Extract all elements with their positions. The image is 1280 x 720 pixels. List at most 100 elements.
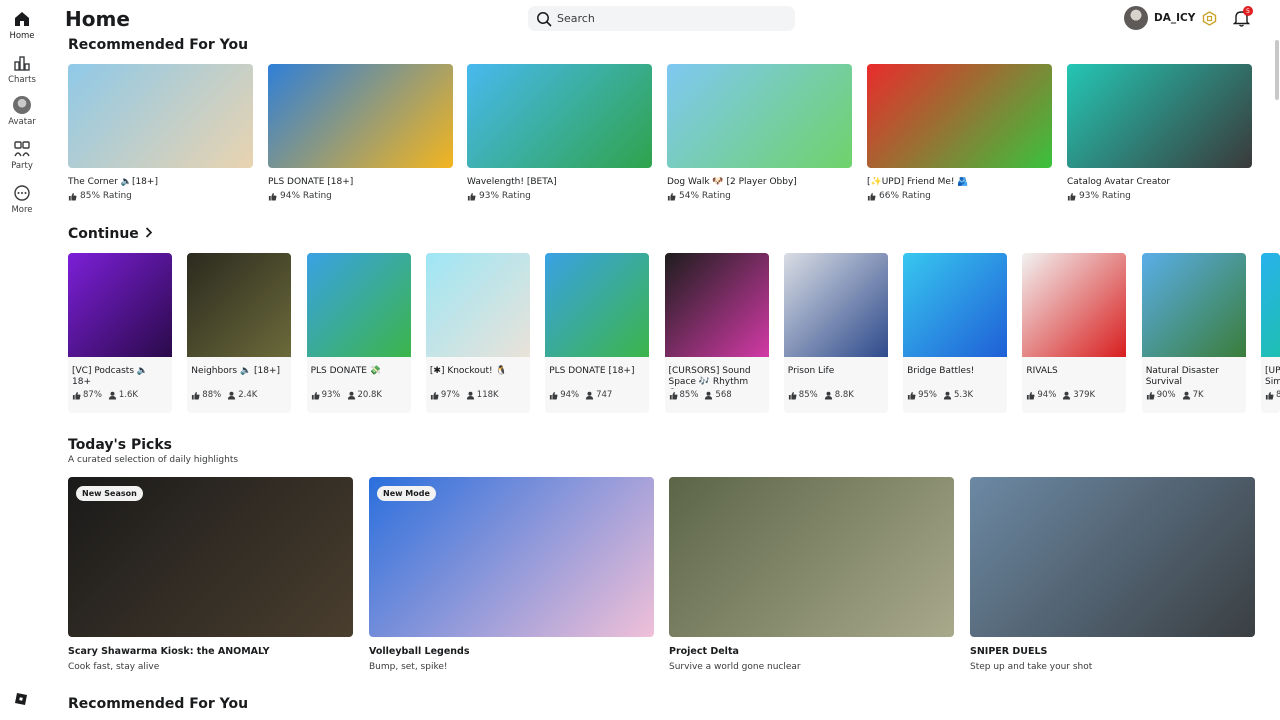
players-stat: 5.3K xyxy=(943,390,973,400)
section-title-continue[interactable]: Continue xyxy=(68,226,153,242)
pick-tag: New Mode xyxy=(377,486,436,501)
pick-title[interactable]: SNIPER DUELS xyxy=(970,646,1255,657)
user-profile[interactable]: DA_ICY xyxy=(1124,6,1195,30)
continue-card[interactable]: PLS DONATE 💸 93% 20.8K xyxy=(306,253,411,413)
pick-card[interactable]: Project Delta Survive a world gone nuclea… xyxy=(669,477,954,672)
chevron-right-icon[interactable] xyxy=(145,227,153,238)
game-title[interactable]: Prison Life xyxy=(784,357,888,389)
continue-card[interactable]: [VC] Podcasts 🔈 18+ 87% 1.6K xyxy=(68,253,172,413)
game-thumbnail[interactable] xyxy=(1261,253,1280,357)
game-card[interactable]: PLS DONATE [18+] 94% Rating xyxy=(268,64,453,201)
game-thumbnail[interactable] xyxy=(867,64,1052,168)
pick-card[interactable]: SNIPER DUELS Step up and take your shot xyxy=(970,477,1255,672)
pick-card[interactable]: New Mode Volleyball Legends Bump, set, spi… xyxy=(369,477,654,672)
game-thumbnail[interactable] xyxy=(1067,64,1252,168)
game-stats: 8 xyxy=(1261,390,1280,400)
continue-card[interactable]: Bridge Battles! 95% 5.3K xyxy=(903,253,1008,413)
pick-card[interactable]: New Season Scary Shawarma Kiosk: the ANOM… xyxy=(68,477,353,672)
game-title[interactable]: [✱] Knockout! 🐧 xyxy=(426,357,530,389)
continue-card[interactable]: [UPD] Sim...8 xyxy=(1261,253,1280,413)
game-thumbnail[interactable] xyxy=(545,253,650,357)
players-icon xyxy=(585,391,594,400)
game-title[interactable]: PLS DONATE 💸 xyxy=(307,357,411,389)
search-input[interactable] xyxy=(557,12,777,25)
avatar[interactable] xyxy=(1124,6,1148,30)
continue-card[interactable]: PLS DONATE [18+] 94% 747 xyxy=(545,253,650,413)
game-stats: 95% 5.3K xyxy=(903,390,1007,400)
game-title[interactable]: Dog Walk 🐶 [2 Player Obby] xyxy=(667,177,852,187)
game-thumbnail[interactable] xyxy=(783,253,888,357)
continue-card[interactable]: Prison Life 85% 8.8K xyxy=(783,253,888,413)
game-title[interactable]: The Corner 🔈[18+] xyxy=(68,177,253,187)
pick-title[interactable]: Project Delta xyxy=(669,646,954,657)
pick-thumbnail[interactable]: New Mode xyxy=(369,477,654,637)
roblox-logo-icon[interactable] xyxy=(14,692,28,706)
thumbs-up-icon xyxy=(192,391,200,400)
home-icon xyxy=(15,12,29,26)
sidebar-item-home[interactable]: Home xyxy=(0,10,44,41)
sidebar-item-more[interactable]: More xyxy=(0,184,44,215)
continue-card[interactable]: [CURSORS] Sound Space 🎶 Rhythm G...85% 56… xyxy=(664,253,769,413)
game-title[interactable]: [VC] Podcasts 🔈 18+ xyxy=(68,357,172,389)
game-title[interactable]: Neighbors 🔈 [18+] xyxy=(187,357,291,389)
rating-text: 85% Rating xyxy=(80,191,132,201)
continue-card[interactable]: Natural Disaster Survival 90% 7K xyxy=(1141,253,1246,413)
game-thumbnail[interactable] xyxy=(667,64,852,168)
pick-thumbnail[interactable] xyxy=(970,477,1255,637)
thumbs-up-icon xyxy=(311,391,320,400)
players-text: 2.4K xyxy=(238,390,258,400)
game-thumbnail[interactable] xyxy=(425,253,530,357)
sidebar-item-charts[interactable]: Charts xyxy=(0,54,44,85)
game-stats: 88% 2.4K xyxy=(187,390,291,400)
players-stat: 747 xyxy=(585,390,612,400)
game-title[interactable]: Wavelength! [BETA] xyxy=(467,177,652,187)
game-card[interactable]: Wavelength! [BETA] 93% Rating xyxy=(467,64,652,201)
rating-text: 85% xyxy=(679,390,699,400)
game-thumbnail[interactable] xyxy=(68,253,172,357)
sidebar-item-avatar[interactable]: Avatar xyxy=(0,96,44,127)
players-stat: 7K xyxy=(1182,390,1204,400)
game-title[interactable]: Bridge Battles! xyxy=(903,357,1007,389)
pick-description: Step up and take your shot xyxy=(970,662,1093,672)
game-thumbnail[interactable] xyxy=(1022,253,1127,357)
game-thumbnail[interactable] xyxy=(187,253,292,357)
pick-title[interactable]: Scary Shawarma Kiosk: the ANOMALY xyxy=(68,646,353,657)
game-thumbnail[interactable] xyxy=(903,253,1008,357)
pick-title[interactable]: Volleyball Legends xyxy=(369,646,654,657)
game-thumbnail[interactable] xyxy=(268,64,453,168)
scrollbar[interactable] xyxy=(1275,40,1279,100)
pick-description: Bump, set, spike! xyxy=(369,662,448,672)
game-title[interactable]: RIVALS xyxy=(1022,357,1126,389)
pick-thumbnail[interactable]: New Season xyxy=(68,477,353,637)
game-title[interactable]: PLS DONATE [18+] xyxy=(545,357,649,389)
game-title[interactable]: Natural Disaster Survival xyxy=(1142,357,1246,389)
game-title[interactable]: [✨UPD] Friend Me! 🫂 xyxy=(867,177,1052,187)
thumbs-up-icon xyxy=(68,192,77,201)
thumbs-up-icon xyxy=(788,391,797,400)
game-thumbnail[interactable] xyxy=(1141,253,1246,357)
continue-title[interactable]: Continue xyxy=(68,226,139,242)
game-title[interactable]: PLS DONATE [18+] xyxy=(268,177,453,187)
game-title[interactable]: [CURSORS] Sound Space 🎶 Rhythm G... xyxy=(665,357,769,389)
pick-thumbnail[interactable] xyxy=(669,477,954,637)
game-thumbnail[interactable] xyxy=(467,64,652,168)
robux-icon[interactable] xyxy=(1202,11,1217,26)
username[interactable]: DA_ICY xyxy=(1154,12,1195,24)
game-stats: 94% 747 xyxy=(545,390,649,400)
game-title[interactable]: Catalog Avatar Creator xyxy=(1067,177,1252,187)
game-thumbnail[interactable] xyxy=(306,253,411,357)
game-thumbnail[interactable] xyxy=(68,64,253,168)
continue-card[interactable]: [✱] Knockout! 🐧 97% 118K xyxy=(425,253,530,413)
continue-card[interactable]: Neighbors 🔈 [18+] 88% 2.4K xyxy=(187,253,292,413)
game-card[interactable]: Catalog Avatar Creator 93% Rating xyxy=(1067,64,1252,201)
continue-card[interactable]: RIVALS 94% 379K xyxy=(1022,253,1127,413)
game-thumbnail[interactable] xyxy=(664,253,769,357)
game-stats: 90% 7K xyxy=(1142,390,1246,400)
search-bar[interactable] xyxy=(528,6,795,31)
game-card[interactable]: [✨UPD] Friend Me! 🫂 66% Rating xyxy=(867,64,1052,201)
sidebar-item-party[interactable]: Party xyxy=(0,140,44,171)
game-card[interactable]: Dog Walk 🐶 [2 Player Obby] 54% Rating xyxy=(667,64,852,201)
game-title[interactable]: [UPD] Sim... xyxy=(1261,357,1280,389)
game-stats: 97% 118K xyxy=(426,390,530,400)
game-card[interactable]: The Corner 🔈[18+] 85% Rating xyxy=(68,64,253,201)
